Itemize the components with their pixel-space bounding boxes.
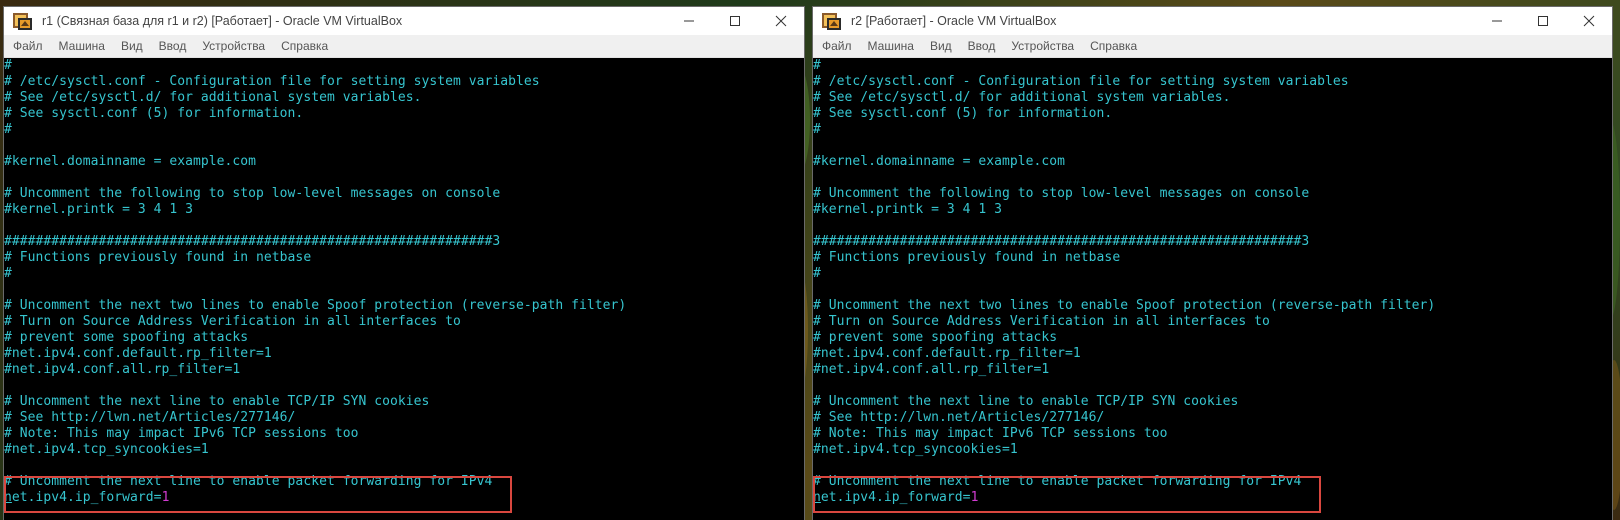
annotation-highlight-box <box>813 476 1321 513</box>
terminal-line: ########################################… <box>813 234 1310 249</box>
terminal-line: #net.ipv4.conf.default.rp_filter=1 <box>4 346 272 361</box>
maximize-button[interactable] <box>1520 7 1566 35</box>
menu-devices[interactable]: Устройства <box>1003 35 1082 57</box>
terminal-line: # <box>813 58 821 73</box>
menu-bar: Файл Машина Вид Ввод Устройства Справка <box>813 35 1612 58</box>
terminal-line: # See http://lwn.net/Articles/277146/ <box>813 410 1105 425</box>
title-bar[interactable]: r2 [Работает] - Oracle VM VirtualBox <box>813 7 1612 35</box>
menu-file[interactable]: Файл <box>4 35 51 57</box>
close-icon <box>775 15 787 27</box>
menu-bar: Файл Машина Вид Ввод Устройства Справка <box>4 35 804 58</box>
terminal-line: #kernel.domainname = example.com <box>813 154 1066 169</box>
terminal-line: ########################################… <box>4 234 501 249</box>
virtualbox-icon[interactable] <box>821 10 843 32</box>
terminal-line: #net.ipv4.conf.all.rp_filter=1 <box>813 362 1050 377</box>
terminal-line: #kernel.printk = 3 4 1 3 <box>813 202 1003 217</box>
title-bar[interactable]: r1 (Связная база для r1 и r2) [Работает]… <box>4 7 804 35</box>
terminal-line: #net.ipv4.conf.default.rp_filter=1 <box>813 346 1081 361</box>
virtualbox-icon[interactable] <box>12 10 34 32</box>
close-button[interactable] <box>758 7 804 35</box>
terminal-line: # Uncomment the next two lines to enable… <box>813 298 1436 313</box>
terminal-line: # <box>4 266 12 281</box>
terminal-line: # Uncomment the next line to enable TCP/… <box>813 394 1239 409</box>
terminal-line: #net.ipv4.tcp_syncookies=1 <box>813 442 1018 457</box>
menu-view[interactable]: Вид <box>922 35 960 57</box>
terminal-line: # Uncomment the next line to enable TCP/… <box>4 394 430 409</box>
window-title: r2 [Работает] - Oracle VM VirtualBox <box>851 14 1057 28</box>
terminal-line: # <box>4 58 12 73</box>
close-icon <box>1583 15 1595 27</box>
terminal-line: # Note: This may impact IPv6 TCP session… <box>4 426 359 441</box>
terminal-line: # Turn on Source Address Verification in… <box>4 314 461 329</box>
menu-devices[interactable]: Устройства <box>194 35 273 57</box>
terminal-line: # Uncomment the following to stop low-le… <box>4 186 501 201</box>
terminal-line: # See sysctl.conf (5) for information. <box>813 106 1113 121</box>
terminal-line: # <box>813 122 821 137</box>
terminal-line: # <box>813 266 821 281</box>
terminal-line: # See /etc/sysctl.d/ for additional syst… <box>813 90 1231 105</box>
terminal-line: # /etc/sysctl.conf - Configuration file … <box>813 74 1349 89</box>
maximize-icon <box>1538 16 1548 26</box>
minimize-button[interactable] <box>666 7 712 35</box>
vm-window-r1[interactable]: r1 (Связная база для r1 и r2) [Работает]… <box>4 7 804 520</box>
maximize-button[interactable] <box>712 7 758 35</box>
terminal-line: # /etc/sysctl.conf - Configuration file … <box>4 74 540 89</box>
terminal-line: #net.ipv4.conf.all.rp_filter=1 <box>4 362 241 377</box>
menu-view[interactable]: Вид <box>113 35 151 57</box>
menu-file[interactable]: Файл <box>813 35 860 57</box>
menu-machine[interactable]: Машина <box>51 35 113 57</box>
menu-input[interactable]: Ввод <box>960 35 1004 57</box>
minimize-button[interactable] <box>1474 7 1520 35</box>
terminal-line: # Turn on Source Address Verification in… <box>813 314 1270 329</box>
maximize-icon <box>730 16 740 26</box>
terminal-line: # Functions previously found in netbase <box>813 250 1121 265</box>
minimize-icon <box>1492 20 1502 22</box>
annotation-highlight-box <box>4 476 512 513</box>
terminal-line: # See sysctl.conf (5) for information. <box>4 106 304 121</box>
menu-help[interactable]: Справка <box>273 35 336 57</box>
terminal-line: # prevent some spoofing attacks <box>813 330 1058 345</box>
terminal-line: # Note: This may impact IPv6 TCP session… <box>813 426 1168 441</box>
menu-machine[interactable]: Машина <box>860 35 922 57</box>
terminal-line: # Uncomment the following to stop low-le… <box>813 186 1310 201</box>
menu-help[interactable]: Справка <box>1082 35 1145 57</box>
vm-screen-terminal[interactable]: # # /etc/sysctl.conf - Configuration fil… <box>813 58 1612 520</box>
close-button[interactable] <box>1566 7 1612 35</box>
terminal-line: #net.ipv4.tcp_syncookies=1 <box>4 442 209 457</box>
menu-input[interactable]: Ввод <box>151 35 195 57</box>
terminal-line: #kernel.printk = 3 4 1 3 <box>4 202 194 217</box>
terminal-line: #kernel.domainname = example.com <box>4 154 257 169</box>
terminal-line: # Functions previously found in netbase <box>4 250 312 265</box>
terminal-line: # See http://lwn.net/Articles/277146/ <box>4 410 296 425</box>
terminal-line: # See /etc/sysctl.d/ for additional syst… <box>4 90 422 105</box>
minimize-icon <box>684 20 694 22</box>
window-title: r1 (Связная база для r1 и r2) [Работает]… <box>42 14 403 28</box>
terminal-line: # <box>4 122 12 137</box>
terminal-line: # Uncomment the next two lines to enable… <box>4 298 627 313</box>
vm-window-r2[interactable]: r2 [Работает] - Oracle VM VirtualBox Фай… <box>813 7 1612 520</box>
terminal-line: # prevent some spoofing attacks <box>4 330 249 345</box>
vm-screen-terminal[interactable]: # # /etc/sysctl.conf - Configuration fil… <box>4 58 804 520</box>
